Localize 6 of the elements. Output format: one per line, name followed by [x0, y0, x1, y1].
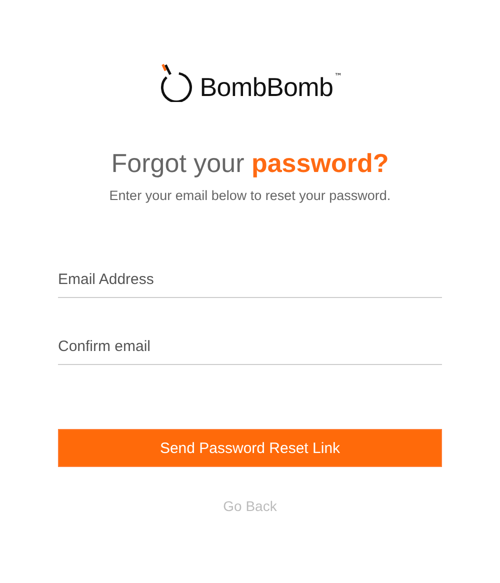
- instructions-text: Enter your email below to reset your password.: [109, 188, 391, 203]
- logo-wordmark: BombBomb: [200, 72, 334, 102]
- page-heading: Forgot your password?: [111, 147, 389, 180]
- trademark: ™: [334, 72, 342, 81]
- send-reset-link-button[interactable]: Send Password Reset Link: [58, 429, 442, 467]
- go-back-link[interactable]: Go Back: [223, 498, 277, 514]
